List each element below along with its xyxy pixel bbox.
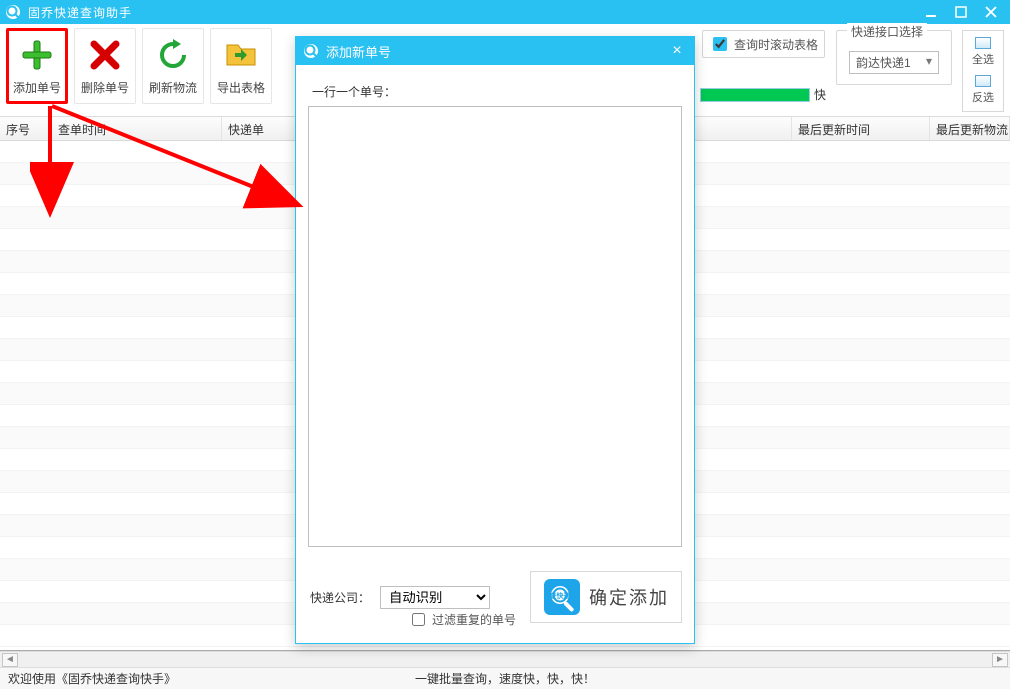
export-label: 导出表格: [217, 79, 265, 96]
company-label: 快递公司：: [310, 589, 370, 606]
interface-select[interactable]: 韵达快递1: [849, 51, 939, 74]
track-numbers-textarea[interactable]: [308, 106, 682, 547]
select-all-button[interactable]: 全选: [966, 34, 1000, 70]
interface-selected: 韵达快递1: [856, 56, 911, 70]
dialog-icon: [302, 42, 320, 60]
confirm-add-label: 确定添加: [589, 584, 669, 610]
export-button[interactable]: 导出表格: [210, 28, 272, 104]
dialog-title: 添加新单号: [326, 42, 666, 61]
select-all-icon: [975, 37, 991, 49]
status-bar: 欢迎使用《固乔快递查询快手》 一键批量查询，速度快，快，快！: [0, 667, 1010, 689]
progress-wrap: 快: [700, 86, 826, 103]
add-track-button[interactable]: 添加单号: [6, 28, 68, 104]
confirm-add-button[interactable]: 查快递 确定添加: [530, 571, 682, 623]
status-mid: 一键批量查询，速度快，快，快！: [415, 670, 595, 687]
delete-track-label: 删除单号: [81, 79, 129, 96]
dialog-body: 一行一个单号： 快递公司： 自动识别 过滤重复的单号 查快递: [296, 65, 694, 643]
horizontal-scrollbar[interactable]: ◄ ►: [0, 651, 1010, 667]
maximize-button[interactable]: [946, 0, 976, 24]
dedupe-label: 过滤重复的单号: [432, 611, 516, 628]
folder-export-icon: [223, 37, 259, 73]
select-all-label: 全选: [972, 51, 994, 67]
toolbar-left: 添加单号 删除单号 刷新物流 导出表格: [0, 24, 278, 116]
dialog-title-bar[interactable]: 添加新单号 ×: [296, 37, 694, 65]
col-last-logistics[interactable]: 最后更新物流: [930, 117, 1010, 140]
title-bar: 固乔快递查询助手: [0, 0, 1010, 24]
dialog-close-button[interactable]: ×: [666, 42, 688, 60]
refresh-label: 刷新物流: [149, 79, 197, 96]
dialog-prompt: 一行一个单号：: [312, 83, 678, 100]
progress-bar: [700, 88, 810, 102]
add-track-label: 添加单号: [13, 79, 61, 96]
interface-group: 快递接口选择 韵达快递1: [836, 30, 952, 85]
dedupe-input[interactable]: [412, 613, 425, 626]
close-button[interactable]: [976, 0, 1006, 24]
add-track-dialog: 添加新单号 × 一行一个单号： 快递公司： 自动识别 过滤重复的单号: [295, 36, 695, 644]
invert-selection-label: 反选: [972, 89, 994, 105]
dialog-footer: 快递公司： 自动识别 过滤重复的单号 查快递 确定添加: [308, 547, 682, 633]
plus-icon: [19, 37, 55, 73]
window-controls: [916, 0, 1006, 24]
scroll-on-query-label: 查询时滚动表格: [734, 36, 818, 53]
col-check-time[interactable]: 查单时间: [52, 117, 222, 140]
col-last-update[interactable]: 最后更新时间: [792, 117, 930, 140]
company-select[interactable]: 自动识别: [380, 586, 490, 609]
delete-track-button[interactable]: 删除单号: [74, 28, 136, 104]
invert-selection-button[interactable]: 反选: [966, 72, 1000, 108]
search-package-icon: 查快递: [543, 578, 581, 616]
scroll-on-query-input[interactable]: [713, 37, 727, 51]
invert-selection-icon: [975, 75, 991, 87]
dedupe-checkbox[interactable]: 过滤重复的单号: [408, 610, 516, 629]
refresh-icon: [155, 37, 191, 73]
minimize-button[interactable]: [916, 0, 946, 24]
scroll-on-query-checkbox[interactable]: 查询时滚动表格: [702, 30, 825, 58]
interface-group-label: 快递接口选择: [847, 23, 927, 40]
progress-suffix: 快: [814, 86, 826, 103]
svg-text:查快递: 查快递: [550, 591, 572, 600]
refresh-button[interactable]: 刷新物流: [142, 28, 204, 104]
x-icon: [87, 37, 123, 73]
app-icon: [4, 3, 22, 21]
status-left: 欢迎使用《固乔快递查询快手》: [8, 670, 176, 687]
col-seq[interactable]: 序号: [0, 117, 52, 140]
window-title: 固乔快递查询助手: [28, 4, 916, 21]
scroll-left-arrow[interactable]: ◄: [2, 653, 18, 667]
scroll-right-arrow[interactable]: ►: [992, 653, 1008, 667]
selection-side-buttons: 全选 反选: [962, 30, 1004, 112]
